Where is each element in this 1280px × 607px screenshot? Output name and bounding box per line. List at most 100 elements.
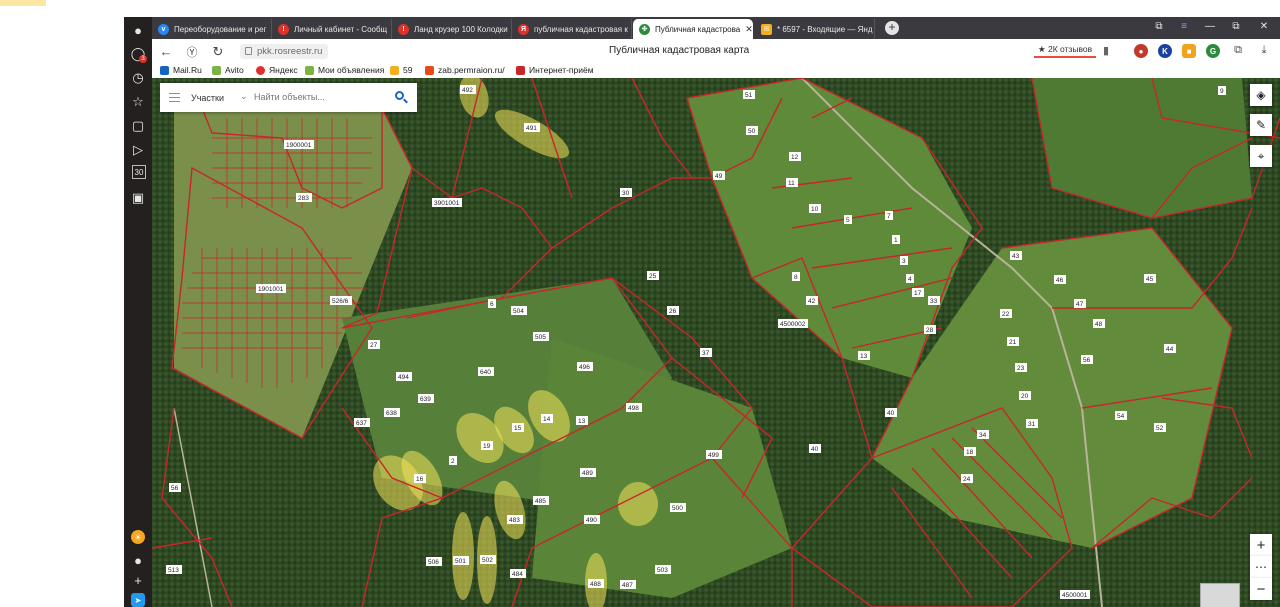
svg-text:24: 24 [963, 476, 971, 483]
svg-text:28: 28 [926, 327, 934, 334]
minimize-button[interactable]: — [1203, 21, 1217, 32]
screenshot-icon[interactable]: ▣ [129, 189, 147, 207]
svg-text:44: 44 [1166, 346, 1174, 353]
alice-app-icon[interactable]: ● [129, 551, 147, 569]
close-tab-icon[interactable]: ✕ [745, 24, 753, 35]
extension-k-icon[interactable]: K [1158, 44, 1172, 58]
yandex-icon: Я [518, 23, 529, 35]
tab-yandex-mail[interactable]: ✉ * 6597 - Входящие — Янд [755, 19, 875, 39]
cadastral-map[interactable]: 1900001 3901001 1901001 4500002 4500001 … [152, 78, 1280, 607]
more-button[interactable]: ⋯ [1250, 556, 1272, 578]
extension-green-icon[interactable]: G [1206, 44, 1220, 58]
close-window-button[interactable]: ✕ [1257, 21, 1271, 32]
search-input[interactable] [254, 92, 394, 102]
map-label: 492 [460, 85, 476, 94]
layers-button[interactable]: ◈ [1250, 84, 1272, 106]
yandex-icon [256, 65, 265, 75]
download-icon[interactable]: ⤓ [1256, 44, 1272, 57]
zoom-in-button[interactable]: + [1250, 534, 1272, 556]
tab-label: Личный кабинет - Сообщ [294, 24, 388, 34]
svg-text:1: 1 [894, 237, 898, 244]
tab-avito-cruiser[interactable]: ! Ланд крузер 100 Колодки [392, 19, 512, 39]
url-field[interactable]: pkk.rosreestr.ru [240, 44, 329, 59]
bookmark-internet-priem[interactable]: Интернет-приём [516, 65, 594, 75]
bookmark-icon[interactable]: ▮ [1098, 44, 1114, 57]
back-icon[interactable]: ← [158, 44, 174, 59]
address-bar: ← Ⓨ ↻ pkk.rosreestr.ru Публичная кадастр… [152, 39, 1280, 64]
profile-icon[interactable]: ● [129, 21, 147, 39]
tab-vk[interactable]: v Переоборудование и рег [152, 19, 272, 39]
tab-cadastral-map[interactable]: ✤ Публичная кадастрова ✕ [633, 19, 753, 39]
svg-text:502: 502 [482, 557, 493, 564]
tab-yandex-search[interactable]: Я публичная кадастровая к [512, 19, 632, 39]
weather-app-icon[interactable]: ☀ [131, 530, 145, 544]
tab-label: Публичная кадастрова [655, 24, 741, 34]
bookmark-my-ads[interactable]: Мои объявления [305, 65, 384, 75]
restore-button[interactable]: ⧉ [1229, 21, 1243, 32]
svg-text:505: 505 [535, 334, 546, 341]
collections-icon[interactable]: ▢ [129, 117, 147, 135]
new-tab-button[interactable]: + [885, 21, 899, 35]
map-label: 23 [1015, 363, 1027, 372]
tab-manager-icon[interactable]: ⧉ [1152, 21, 1166, 32]
add-app-icon[interactable]: + [129, 571, 147, 589]
reload-icon[interactable]: ↻ [210, 44, 226, 60]
play-icon[interactable]: ▷ [129, 141, 147, 159]
map-label: 14 [541, 414, 553, 423]
history-icon[interactable]: ◷ [129, 69, 147, 87]
satellite-map-layer: 1900001 3901001 1901001 4500002 4500001 … [152, 78, 1280, 607]
ruler-button[interactable]: ✎ [1250, 114, 1272, 136]
map-label: 484 [510, 569, 526, 578]
map-label: 20 [1019, 391, 1031, 400]
extension-adblock-icon[interactable]: ● [1134, 44, 1148, 58]
svg-text:42: 42 [808, 298, 816, 305]
locate-button[interactable]: ⌖ [1250, 145, 1272, 167]
search-icon[interactable] [395, 91, 404, 100]
map-label: 5 [844, 215, 852, 224]
svg-text:45: 45 [1146, 276, 1154, 283]
svg-text:37: 37 [702, 350, 710, 357]
star-icon[interactable]: ☆ [129, 93, 147, 111]
yandex-home-icon[interactable]: Ⓨ [184, 44, 200, 60]
bookmark-permraion[interactable]: zab.permraion.ru/ [425, 65, 505, 75]
search-type-select[interactable]: Участки [191, 93, 224, 103]
extension-cart-icon[interactable]: ■ [1182, 44, 1196, 58]
permraion-icon [425, 65, 434, 75]
map-label: 10 [809, 204, 821, 213]
zoom-out-button[interactable]: − [1250, 578, 1272, 600]
map-label: 1900001 [284, 140, 314, 149]
map-label: 46 [1054, 275, 1066, 284]
map-label: 1901001 [256, 284, 286, 293]
map-label: 639 [418, 394, 434, 403]
reviews-badge[interactable]: ★ 2К отзывов [1034, 43, 1097, 58]
gov-icon [516, 65, 525, 75]
tab-label: * 6597 - Входящие — Янд [777, 24, 873, 34]
extensions-icon[interactable]: ⧉ [1230, 44, 1246, 57]
svg-text:503: 503 [657, 567, 668, 574]
layers-icon: ◈ [1256, 88, 1266, 102]
map-label: 4500001 [1060, 590, 1090, 599]
tab-label: Ланд крузер 100 Колодки [414, 24, 508, 34]
bookmark-avito[interactable]: Avito [212, 65, 244, 75]
bookmark-mailru[interactable]: Mail.Ru [160, 65, 202, 75]
minimap-thumbnail[interactable] [1200, 583, 1240, 607]
bookmark-59[interactable]: 59 [390, 65, 412, 75]
svg-text:488: 488 [590, 581, 601, 588]
svg-text:526/6: 526/6 [332, 298, 349, 305]
svg-text:20: 20 [1021, 393, 1029, 400]
map-label: 3901001 [432, 198, 462, 207]
svg-text:40: 40 [811, 446, 819, 453]
menu-icon[interactable]: ≡ [1177, 21, 1191, 32]
telegram-app-icon[interactable]: ➤ [131, 593, 145, 607]
chevron-down-icon[interactable]: ⌄ [240, 91, 248, 102]
svg-text:21: 21 [1009, 339, 1017, 346]
site-59-icon [390, 65, 399, 75]
avito-icon [212, 65, 221, 75]
bookmark-yandex[interactable]: Яндекс [256, 65, 298, 75]
menu-icon[interactable] [169, 93, 180, 102]
svg-text:3: 3 [902, 258, 906, 265]
svg-text:1900001: 1900001 [286, 142, 312, 149]
map-label: 13 [576, 416, 588, 425]
tab-avito-cabinet[interactable]: ! Личный кабинет - Сообщ [272, 19, 392, 39]
calendar-icon[interactable]: 30 [132, 165, 146, 179]
